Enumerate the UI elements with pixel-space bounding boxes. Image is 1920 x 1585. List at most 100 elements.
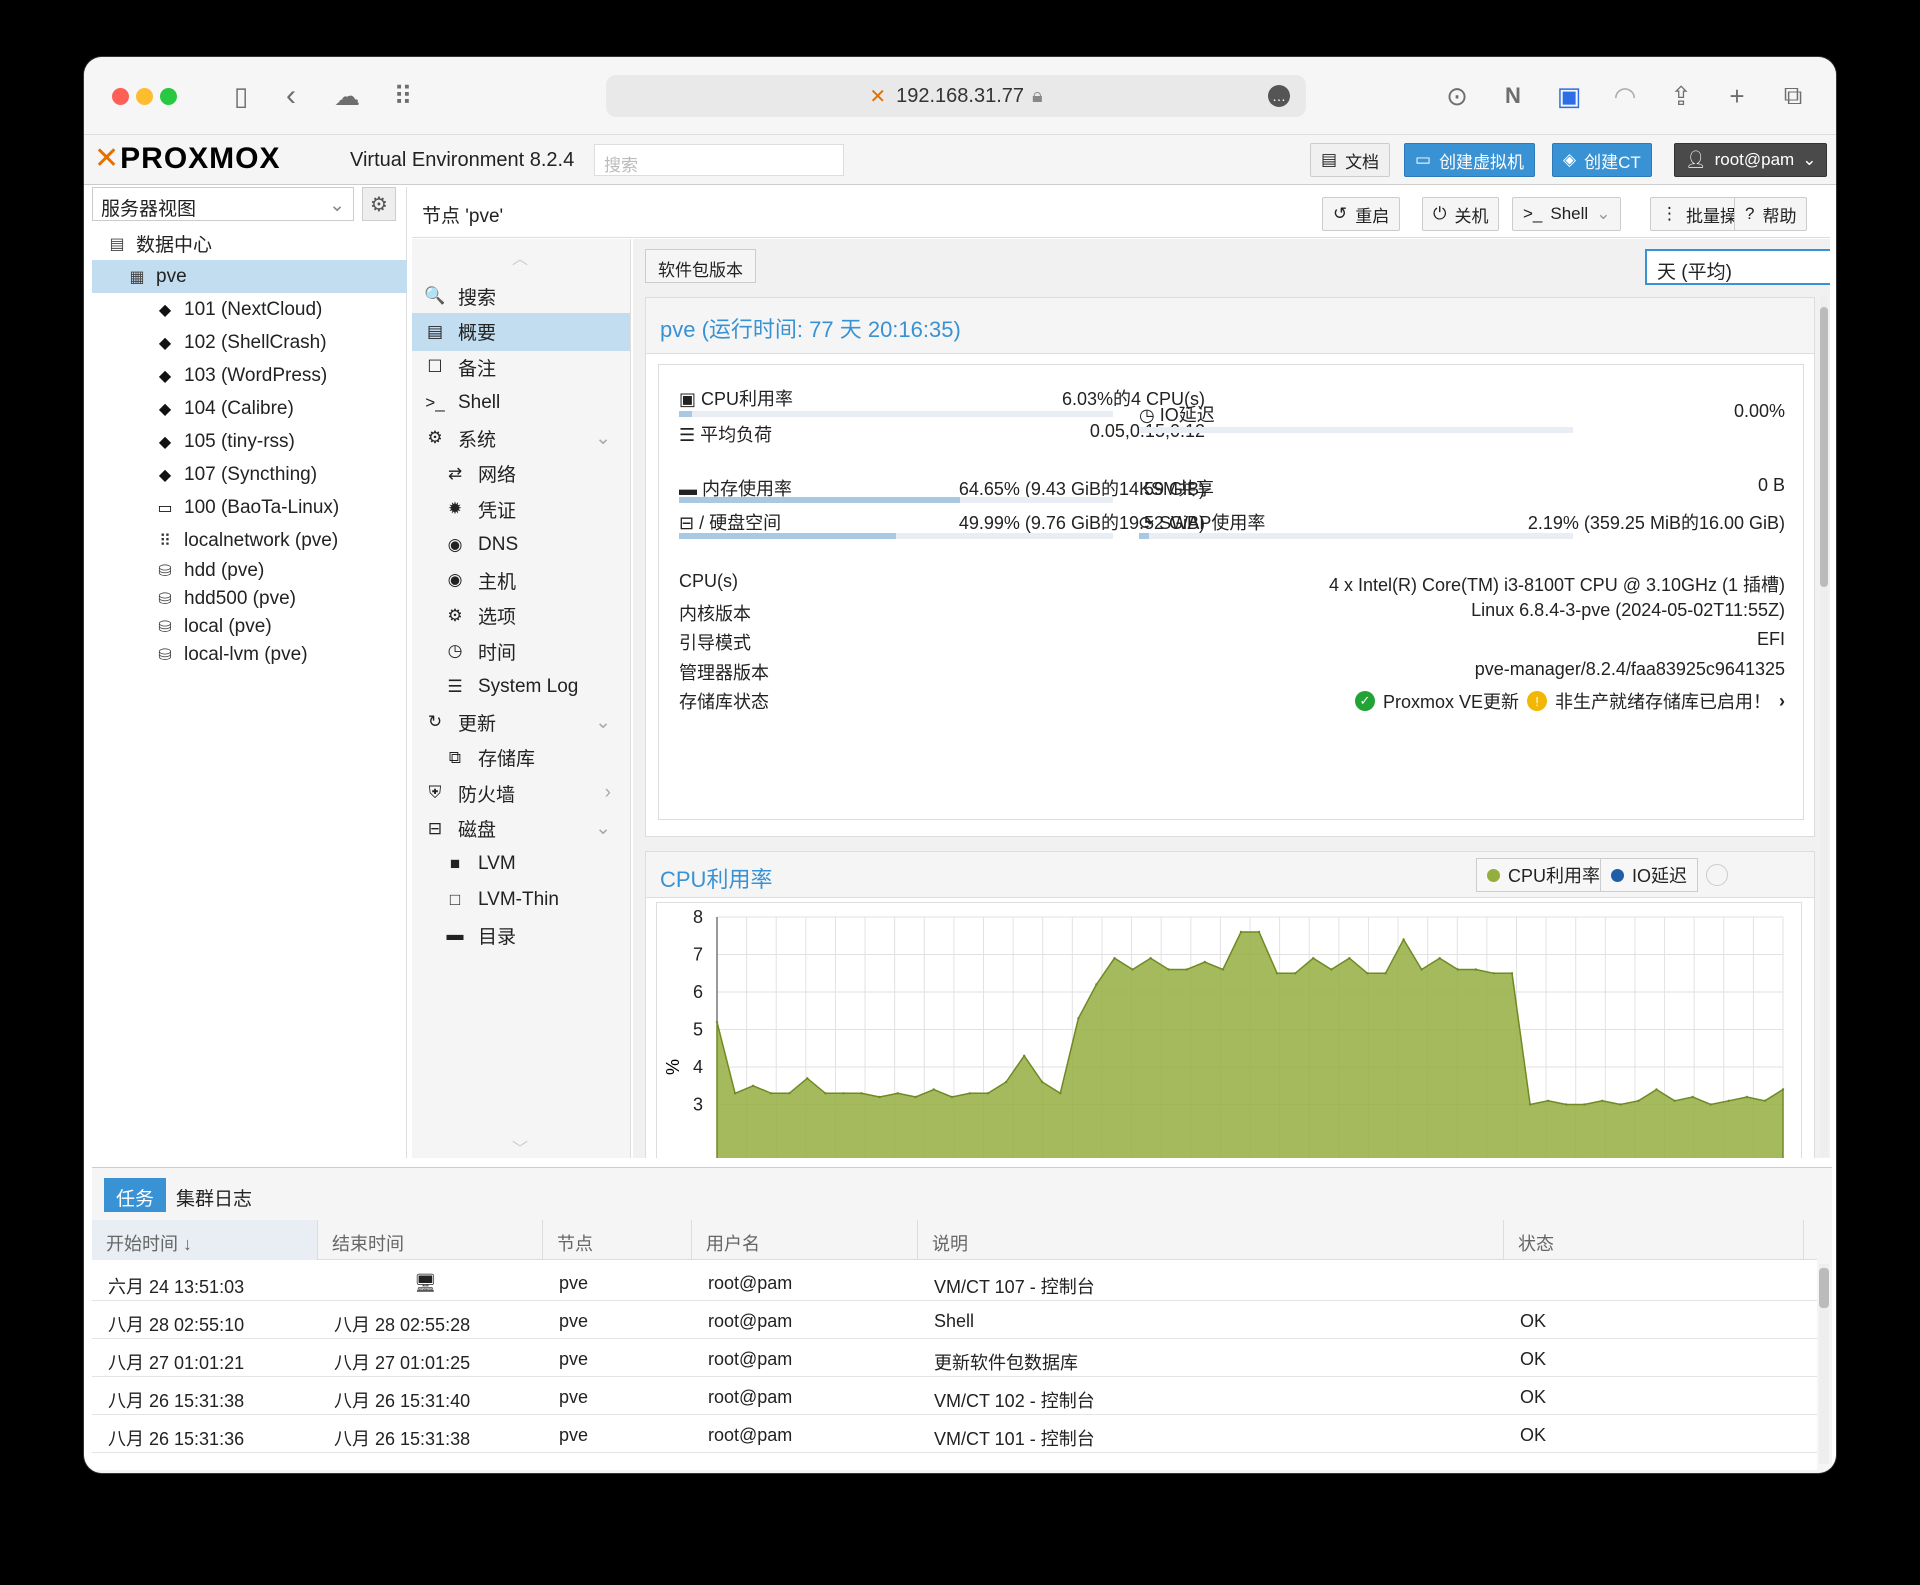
cpu-data-point[interactable] — [1023, 1054, 1026, 1057]
cpu-data-point[interactable] — [1203, 960, 1206, 964]
user-menu-button[interactable]: 👤︎ root@pam ⌄ — [1674, 143, 1828, 177]
view-selector[interactable]: 服务器视图 ⌄ — [92, 187, 354, 221]
tree-item[interactable]: ⠿ localnetwork (pve) — [92, 524, 407, 557]
back-icon[interactable]: ‹ — [274, 79, 308, 113]
menu-item[interactable]: ▤ 概要 — [412, 312, 630, 351]
cpu-data-point[interactable] — [824, 1092, 827, 1095]
cpu-data-point[interactable] — [1619, 1103, 1622, 1106]
cpu-data-point[interactable] — [1691, 1095, 1694, 1099]
tree-item[interactable]: ◆ 105 (tiny-rss) — [92, 425, 407, 458]
tab-grid-icon[interactable]: ⠿ — [386, 79, 420, 113]
cpu-data-point[interactable] — [1077, 1017, 1080, 1020]
cpu-data-point[interactable] — [842, 1092, 845, 1095]
menu-item[interactable]: ⊟ 磁盘 ⌄ — [412, 810, 630, 848]
cpu-data-point[interactable] — [932, 1088, 935, 1091]
tree-item[interactable]: ▭ 100 (BaoTa-Linux) — [92, 491, 407, 524]
gear-icon[interactable]: ⚙ — [362, 187, 396, 221]
tree-item[interactable]: ◆ 101 (NextCloud) — [92, 293, 407, 326]
cpu-data-point[interactable] — [1456, 968, 1459, 971]
reboot-button[interactable]: ↺ 重启 — [1322, 197, 1401, 231]
shell-button[interactable]: >_ Shell ⌄ — [1512, 197, 1622, 231]
cpu-data-point[interactable] — [715, 1020, 719, 1024]
scroll-up-icon[interactable]: ︿ — [512, 245, 528, 269]
menu-item[interactable]: ◷ 时间 — [412, 632, 630, 670]
cpu-data-point[interactable] — [1348, 957, 1351, 960]
cpu-data-point[interactable] — [1763, 1099, 1767, 1102]
cpu-data-point[interactable] — [1709, 1103, 1712, 1106]
cpu-data-point[interactable] — [1275, 972, 1279, 975]
menu-item[interactable]: ☐ 备注 — [412, 348, 630, 386]
scroll-down-icon[interactable]: ﹀ — [512, 1135, 528, 1158]
tree-item[interactable]: ⛁ local (pve) — [92, 613, 407, 641]
cpu-data-point[interactable] — [1384, 972, 1387, 975]
new-tab-icon[interactable]: + — [1720, 79, 1754, 113]
cpu-data-point[interactable] — [1167, 968, 1170, 971]
address-bar[interactable]: ✕ 192.168.31.77 🔒︎ … — [606, 75, 1306, 117]
more-icon[interactable]: … — [1268, 85, 1290, 107]
cpu-data-point[interactable] — [950, 1095, 954, 1099]
cpu-data-point[interactable] — [1330, 968, 1333, 971]
tab-tasks[interactable]: 任务 — [104, 1178, 167, 1212]
cpu-data-point[interactable] — [860, 1092, 863, 1095]
tree-item[interactable]: ⛁ local-lvm (pve) — [92, 641, 407, 669]
sidebar-toggle-icon[interactable]: ▯ — [224, 79, 258, 113]
menu-item[interactable]: >_ Shell — [412, 384, 630, 422]
column-header[interactable]: 结束时间 — [318, 1220, 543, 1260]
notion-icon[interactable]: N — [1496, 79, 1530, 113]
column-header[interactable]: 节点 — [543, 1220, 692, 1260]
tree-item[interactable]: ◆ 103 (WordPress) — [92, 359, 407, 392]
column-header[interactable]: 说明 — [918, 1220, 1504, 1260]
cpu-data-point[interactable] — [788, 1092, 791, 1095]
cpu-data-point[interactable] — [751, 1084, 755, 1087]
minimize-window-button[interactable] — [136, 88, 153, 105]
create-ct-button[interactable]: ◈ 创建CT — [1552, 143, 1652, 177]
tree-item[interactable]: ▤ 数据中心 — [92, 227, 407, 260]
legend-io[interactable]: IO延迟 — [1600, 858, 1699, 892]
table-row[interactable]: 八月 26 15:31:36 八月 26 15:31:38 pve root@pam V… — [92, 1416, 1817, 1453]
repo-status-value[interactable]: ✓ Proxmox VE更新 ! 非生产就绪存储库已启用！ › — [1354, 688, 1785, 714]
table-row[interactable]: 八月 27 01:01:21 八月 27 01:01:25 pve root@pam 更… — [92, 1340, 1817, 1377]
cpu-data-point[interactable] — [1492, 972, 1496, 975]
scrollbar[interactable] — [1819, 1264, 1829, 1464]
undo-zoom-icon[interactable] — [1706, 864, 1728, 886]
cpu-data-point[interactable] — [1474, 968, 1477, 971]
cpu-data-point[interactable] — [1221, 968, 1225, 971]
cpu-series-area[interactable] — [716, 931, 1784, 1158]
cpu-data-point[interactable] — [1601, 1099, 1604, 1102]
download-icon[interactable]: ⊙ — [1440, 79, 1474, 113]
tab-overview-icon[interactable]: ⧉ — [1776, 79, 1810, 113]
cpu-data-point[interactable] — [1745, 1095, 1749, 1099]
cpu-data-point[interactable] — [1673, 1099, 1676, 1102]
menu-item[interactable]: ■ LVM — [412, 845, 630, 883]
menu-item[interactable]: ⛨ 防火墙 › — [412, 774, 630, 812]
scrollbar[interactable] — [1820, 297, 1828, 1157]
tree-item[interactable]: ◆ 107 (Syncthing) — [92, 458, 407, 491]
cpu-data-point[interactable] — [1510, 972, 1514, 975]
cpu-data-point[interactable] — [1528, 1103, 1532, 1106]
column-header[interactable]: 用户名 — [692, 1220, 918, 1260]
menu-item[interactable]: ◉ 主机 — [412, 561, 630, 599]
menu-item[interactable]: □ LVM-Thin — [412, 881, 630, 919]
cpu-data-point[interactable] — [1655, 1088, 1658, 1091]
tab-cluster-log[interactable]: 集群日志 — [164, 1178, 264, 1212]
cpu-data-point[interactable] — [1257, 930, 1261, 934]
cpu-data-point[interactable] — [896, 1092, 899, 1095]
cpu-data-point[interactable] — [1185, 968, 1188, 971]
cpu-data-point[interactable] — [1546, 1099, 1550, 1102]
cpu-data-point[interactable] — [1312, 957, 1315, 960]
cpu-data-point[interactable] — [1294, 972, 1297, 975]
cpu-data-point[interactable] — [1420, 968, 1423, 971]
cpu-data-point[interactable] — [1059, 1092, 1062, 1095]
cpu-data-point[interactable] — [806, 1077, 809, 1080]
cpu-data-point[interactable] — [1004, 1080, 1008, 1084]
rss-icon[interactable]: ◠ — [1608, 79, 1642, 113]
menu-item[interactable]: ⧉ 存储库 — [412, 739, 630, 777]
create-vm-button[interactable]: ▭ 创建虚拟机 — [1404, 143, 1536, 177]
cpu-data-point[interactable] — [1095, 983, 1098, 986]
cpu-data-point[interactable] — [1131, 968, 1134, 971]
cpu-data-point[interactable] — [986, 1092, 990, 1095]
cpu-data-point[interactable] — [1727, 1099, 1731, 1102]
cpu-data-point[interactable] — [1781, 1088, 1785, 1091]
menu-item[interactable]: ▬ 目录 — [412, 916, 630, 954]
shutdown-button[interactable]: ⏻ 关机 — [1422, 197, 1500, 231]
